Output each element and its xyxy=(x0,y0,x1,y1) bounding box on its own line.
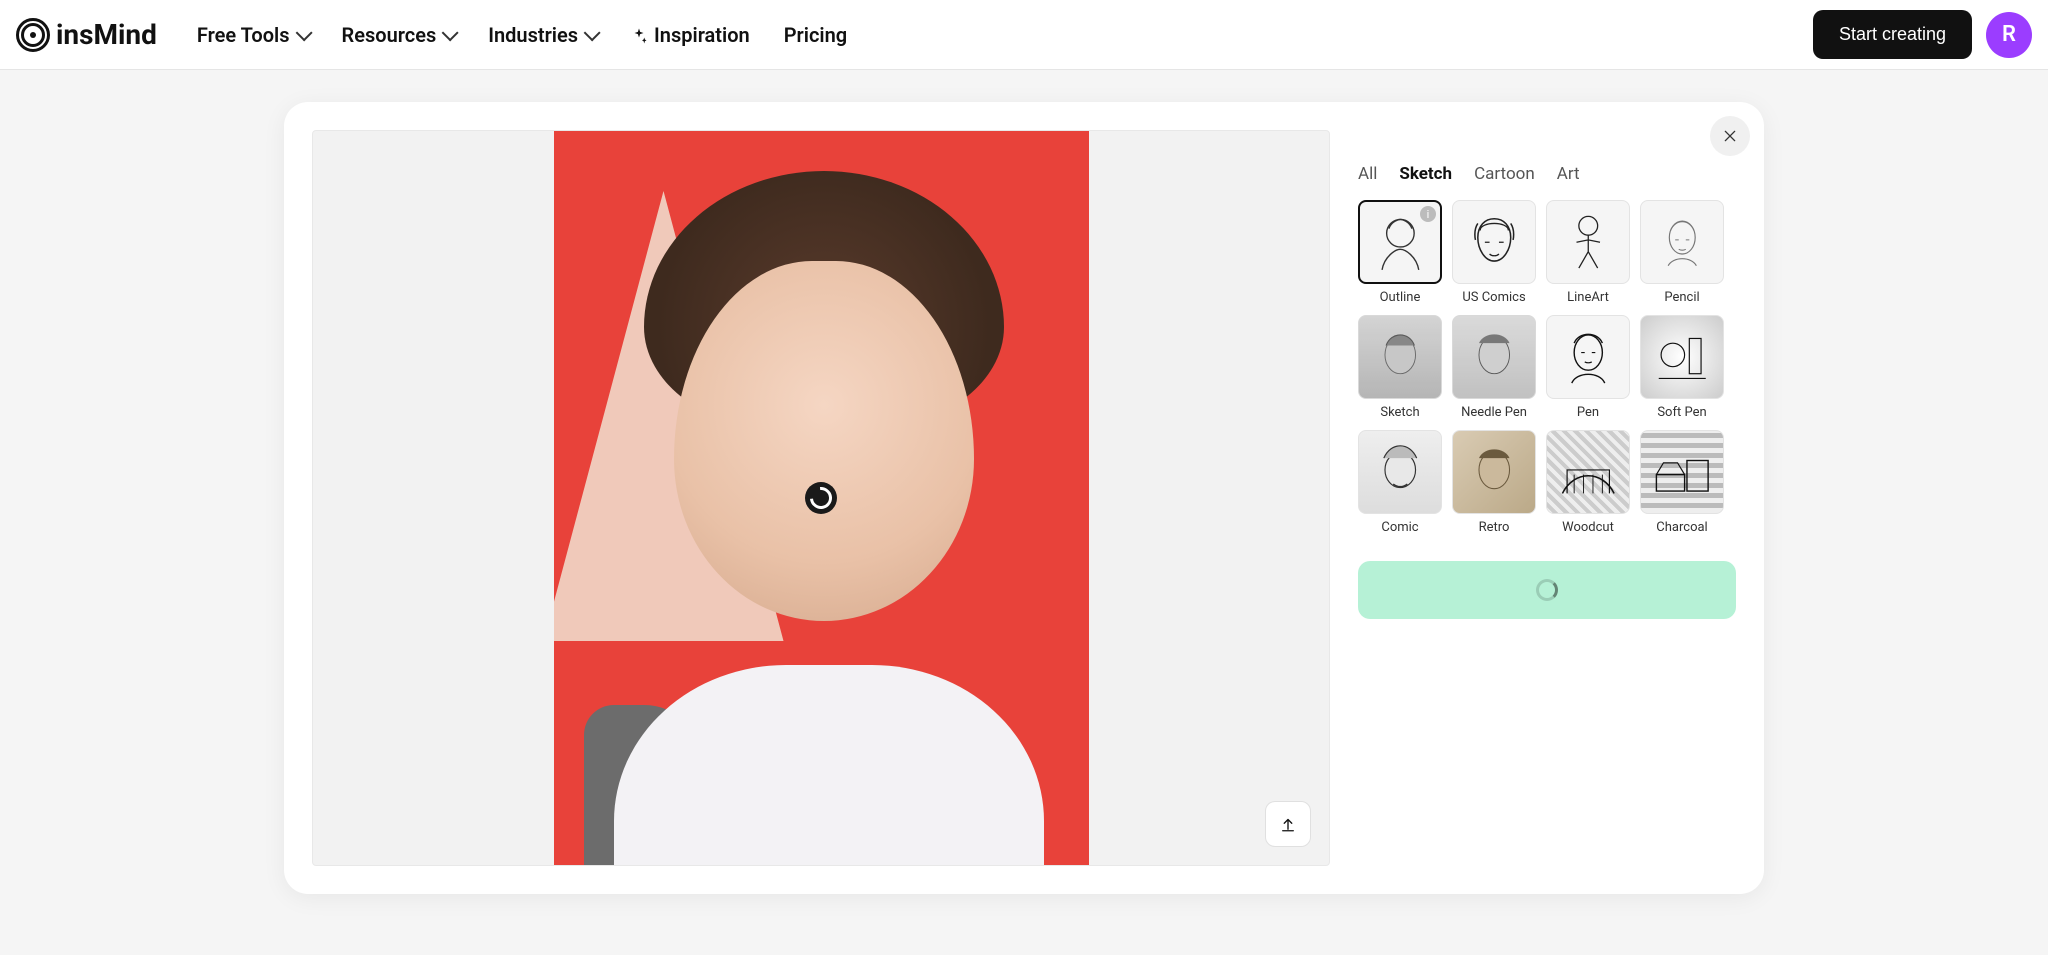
nav-resources-label: Resources xyxy=(342,23,437,47)
tab-art[interactable]: Art xyxy=(1557,164,1580,184)
upload-icon xyxy=(1279,815,1297,833)
style-thumbnail-grid: i Outline US Comics LineArt xyxy=(1358,200,1736,535)
style-lineart-label: LineArt xyxy=(1546,290,1630,305)
lineart-figure-icon xyxy=(1553,207,1624,278)
style-us-comics[interactable] xyxy=(1452,200,1536,284)
style-comic[interactable] xyxy=(1358,430,1442,514)
needle-pen-portrait-icon xyxy=(1459,322,1530,393)
pen-portrait-icon xyxy=(1553,322,1624,393)
style-pencil-label: Pencil xyxy=(1640,290,1724,305)
user-avatar[interactable]: R xyxy=(1986,12,2032,58)
loading-spinner-icon xyxy=(1536,579,1558,601)
style-outline-label: Outline xyxy=(1358,290,1442,305)
brand-name: insMind xyxy=(56,18,157,51)
nav-pricing[interactable]: Pricing xyxy=(784,23,847,47)
sparkle-icon xyxy=(630,26,648,44)
style-pen[interactable] xyxy=(1546,315,1630,399)
comics-portrait-icon xyxy=(1459,207,1530,278)
nav-inspiration[interactable]: Inspiration xyxy=(630,23,750,47)
style-soft-pen-label: Soft Pen xyxy=(1640,405,1724,420)
style-lineart[interactable] xyxy=(1546,200,1630,284)
style-soft-pen[interactable] xyxy=(1640,315,1724,399)
close-icon xyxy=(1722,128,1738,144)
editor-panel: All Sketch Cartoon Art i Outline xyxy=(284,102,1764,894)
style-category-tabs: All Sketch Cartoon Art xyxy=(1358,164,1736,184)
nav-industries-label: Industries xyxy=(488,23,578,47)
still-life-icon xyxy=(1647,322,1718,393)
style-sketch[interactable] xyxy=(1358,315,1442,399)
style-charcoal[interactable] xyxy=(1640,430,1724,514)
spiral-logo-icon xyxy=(16,18,50,52)
style-woodcut[interactable] xyxy=(1546,430,1630,514)
generate-button[interactable] xyxy=(1358,561,1736,619)
comic-portrait-icon xyxy=(1365,437,1436,508)
style-pen-label: Pen xyxy=(1546,405,1630,420)
style-us-comics-label: US Comics xyxy=(1452,290,1536,305)
upload-image-button[interactable] xyxy=(1265,801,1311,847)
start-creating-button[interactable]: Start creating xyxy=(1813,10,1972,59)
stage: All Sketch Cartoon Art i Outline xyxy=(0,70,2048,955)
style-needle-pen[interactable] xyxy=(1452,315,1536,399)
compare-slider-handle[interactable] xyxy=(805,482,837,514)
chevron-down-icon xyxy=(584,24,601,41)
nav-free-tools[interactable]: Free Tools xyxy=(197,23,308,47)
chevron-down-icon xyxy=(295,24,312,41)
main-nav: Free Tools Resources Industries Inspirat… xyxy=(197,23,847,47)
app-header: insMind Free Tools Resources Industries … xyxy=(0,0,2048,70)
style-retro[interactable] xyxy=(1452,430,1536,514)
nav-resources[interactable]: Resources xyxy=(342,23,455,47)
nav-free-tools-label: Free Tools xyxy=(197,23,290,47)
interior-icon xyxy=(1647,437,1718,508)
style-woodcut-label: Woodcut xyxy=(1546,520,1630,535)
nav-pricing-label: Pricing xyxy=(784,23,847,47)
image-preview xyxy=(312,130,1330,866)
brand-logo[interactable]: insMind xyxy=(16,18,157,52)
style-comic-label: Comic xyxy=(1358,520,1442,535)
info-badge-icon: i xyxy=(1420,206,1436,222)
header-right: Start creating R xyxy=(1813,10,2032,59)
tab-sketch[interactable]: Sketch xyxy=(1399,164,1452,184)
nav-inspiration-label: Inspiration xyxy=(654,23,750,47)
style-outline[interactable]: i xyxy=(1358,200,1442,284)
style-pencil[interactable] xyxy=(1640,200,1724,284)
style-needle-pen-label: Needle Pen xyxy=(1452,405,1536,420)
nav-industries[interactable]: Industries xyxy=(488,23,596,47)
architecture-icon xyxy=(1553,437,1624,508)
sketch-portrait-icon xyxy=(1365,322,1436,393)
tab-cartoon[interactable]: Cartoon xyxy=(1474,164,1535,184)
tab-all[interactable]: All xyxy=(1358,164,1377,184)
style-retro-label: Retro xyxy=(1452,520,1536,535)
chevron-down-icon xyxy=(442,24,459,41)
retro-portrait-icon xyxy=(1459,437,1530,508)
close-panel-button[interactable] xyxy=(1710,116,1750,156)
style-sidebar: All Sketch Cartoon Art i Outline xyxy=(1358,130,1736,866)
pencil-portrait-icon xyxy=(1647,207,1718,278)
style-charcoal-label: Charcoal xyxy=(1640,520,1724,535)
style-sketch-label: Sketch xyxy=(1358,405,1442,420)
